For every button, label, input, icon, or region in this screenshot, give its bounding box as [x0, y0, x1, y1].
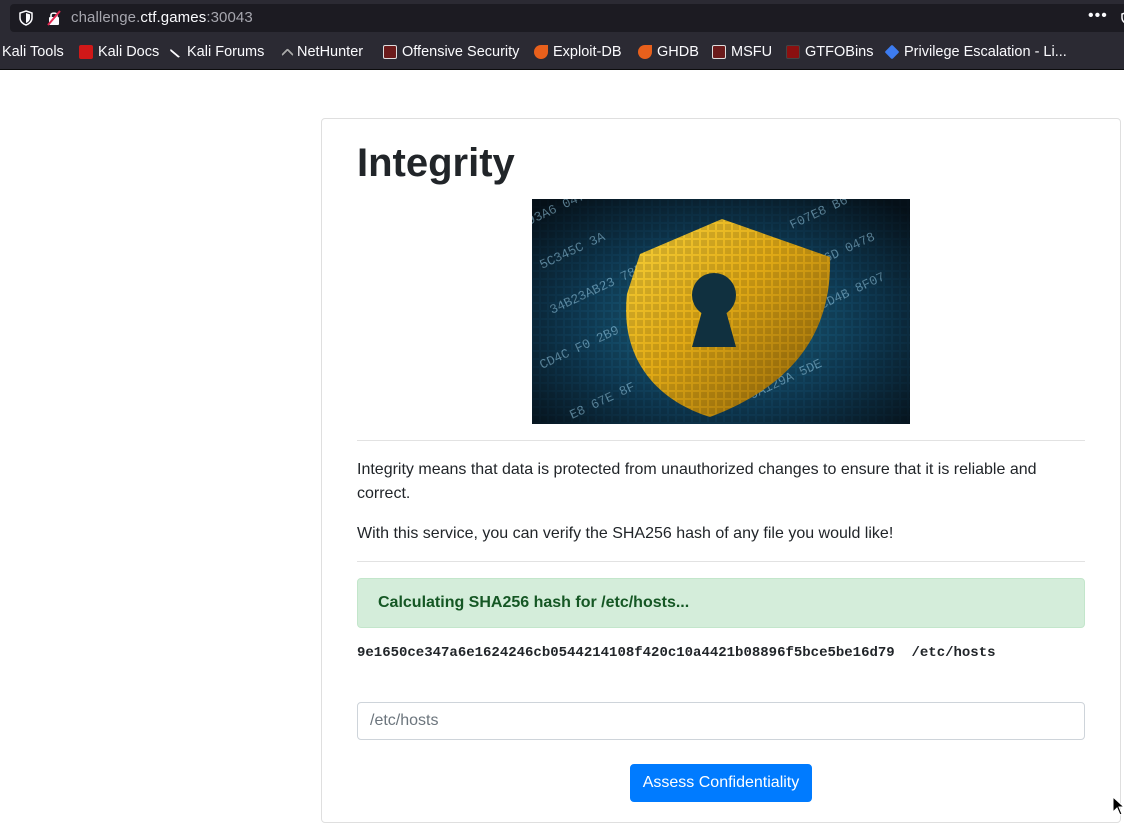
- bookmark-label: Kali Docs: [98, 44, 160, 60]
- divider: [357, 440, 1085, 441]
- bookmark-nethunter[interactable]: NetHunter: [281, 44, 364, 61]
- integrity-description: Integrity means that data is protected f…: [357, 461, 1037, 502]
- success-alert: Calculating SHA256 hash for /etc/hosts..…: [357, 578, 1085, 628]
- bookmarks-toolbar: Kali Tools Kali Docs Kali Forums NetHunt…: [0, 36, 1124, 70]
- bookmark-kali-forums[interactable]: Kali Forums: [169, 44, 265, 60]
- url-prefix: challenge.: [71, 9, 141, 26]
- bookmark-label: MSFU: [731, 44, 773, 60]
- bookmark-kali-tools[interactable]: Kali Tools: [2, 44, 64, 60]
- exploitdb-icon: [534, 45, 548, 59]
- page-actions-menu-icon[interactable]: •••: [1088, 7, 1108, 25]
- page-title: Integrity: [357, 141, 515, 185]
- bookmark-msfu[interactable]: MSFU: [712, 44, 772, 60]
- bookmark-ghdb[interactable]: GHDB: [638, 44, 699, 60]
- shield-keyhole-illustration: 93A6 0478 5E 5C345C 3A 34B23AB23 78F6 CD…: [532, 199, 910, 424]
- nethunter-icon: [281, 48, 294, 61]
- reader-view-icon[interactable]: [1120, 10, 1124, 26]
- kali-forums-icon: [169, 45, 183, 59]
- browser-toolbar: challenge.ctf.games:30043 •••: [0, 0, 1124, 36]
- mouse-cursor-icon: [1112, 796, 1124, 816]
- service-description: With this service, you can verify the SH…: [357, 525, 894, 542]
- msfu-icon: [712, 45, 726, 59]
- bookmark-kali-docs[interactable]: Kali Docs: [79, 44, 159, 60]
- bookmark-label: NetHunter: [297, 44, 364, 60]
- assess-confidentiality-button[interactable]: Assess Confidentiality: [630, 764, 812, 802]
- url-bar[interactable]: challenge.ctf.games:30043 •••: [10, 4, 1124, 32]
- bookmark-privilege-escalation[interactable]: Privilege Escalation - Li...: [884, 44, 1067, 60]
- bookmark-label: GHDB: [657, 44, 699, 60]
- bookmark-offensive-security[interactable]: Offensive Security: [383, 44, 519, 60]
- bookmark-label: Kali Tools: [2, 44, 64, 60]
- privesc-icon: [884, 44, 900, 60]
- kali-docs-icon: [79, 45, 93, 59]
- ghdb-icon: [638, 45, 652, 59]
- url-port: :30043: [206, 9, 253, 26]
- file-path-input[interactable]: [357, 702, 1085, 740]
- bookmark-label: Offensive Security: [402, 44, 520, 60]
- bookmark-label: GTFOBins: [805, 44, 874, 60]
- shield-icon[interactable]: [18, 10, 34, 26]
- bookmark-gtfobins[interactable]: GTFOBins: [786, 44, 873, 60]
- insecure-lock-icon[interactable]: [46, 10, 62, 26]
- url-host: ctf.games: [140, 9, 207, 26]
- gtfobins-icon: [786, 45, 800, 59]
- bookmark-exploit-db[interactable]: Exploit-DB: [534, 44, 622, 60]
- security-shield-image: 93A6 0478 5E 5C345C 3A 34B23AB23 78F6 CD…: [532, 199, 910, 424]
- url-text[interactable]: challenge.ctf.games:30043: [71, 9, 253, 26]
- alert-message: Calculating SHA256 hash for /etc/hosts..…: [378, 594, 690, 611]
- bookmark-label: Exploit-DB: [553, 44, 622, 60]
- hash-output: 9e1650ce347a6e1624246cb0544214108f420c10…: [357, 645, 996, 661]
- bookmark-label: Kali Forums: [187, 44, 265, 60]
- bookmark-label: Privilege Escalation - Li...: [904, 44, 1067, 60]
- offsec-icon: [383, 45, 397, 59]
- divider: [357, 561, 1085, 562]
